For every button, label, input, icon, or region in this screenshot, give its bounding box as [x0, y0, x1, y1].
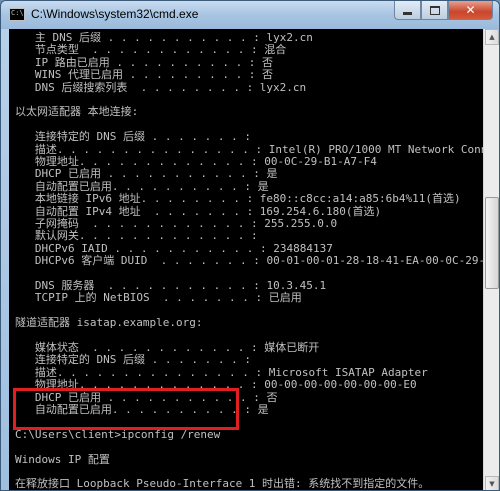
console-line: 物理地址. . . . . . . . . . . . . : 00-0C-29…	[15, 155, 377, 168]
console-line: TCPIP 上的 NetBIOS . . . . . . . : 已启用	[15, 291, 302, 305]
minimize-button[interactable]	[394, 1, 421, 20]
console-line: 连接特定的 DNS 后缀 . . . . . . . :	[15, 353, 251, 367]
console-line: 以太网适配器 本地连接:	[15, 105, 139, 119]
cmd-window: C:\Windows\system32\cmd.exe ✕ 主 DNS 后缀 .…	[0, 0, 500, 491]
scrollbar-thumb[interactable]	[485, 197, 499, 289]
console-line: WINS 代理已启用 . . . . . . . . . : 否	[15, 68, 274, 82]
maximize-button[interactable]	[421, 1, 448, 20]
close-button[interactable]: ✕	[448, 1, 493, 20]
minimize-icon	[403, 11, 412, 15]
console-line: 描述. . . . . . . . . . . . . . . : Micros…	[15, 365, 428, 379]
window-controls: ✕	[394, 1, 493, 21]
cmd-app-icon	[9, 8, 25, 21]
scroll-down-arrow-icon[interactable]: ▼	[485, 476, 499, 490]
console-line: 默认网关. . . . . . . . . . . . . :	[15, 229, 258, 243]
console-output[interactable]: 主 DNS 后缀 . . . . . . . . . . . : lyx2.cn…	[9, 29, 483, 491]
console-line: 自动配置 IPv4 地址 . . . . . . . : 169.254.6.1…	[15, 204, 382, 218]
title-bar[interactable]: C:\Windows\system32\cmd.exe ✕	[1, 1, 499, 29]
console-line: 本地链接 IPv6 地址. . . . . . . . : fe80::c8cc…	[15, 192, 461, 206]
console-line: DHCPv6 IAID . . . . . . . . . . . : 2348…	[15, 241, 333, 255]
console-line: 在释放接口 Loopback Pseudo-Interface 1 时出错: 系…	[15, 477, 430, 491]
console-line: DNS 后缀搜索列表 . . . . . . . . : lyx2.cn	[15, 80, 307, 94]
maximize-icon	[429, 5, 440, 15]
console-line: 隧道适配器 isatap.example.org:	[15, 316, 203, 330]
console-line: IP 路由已启用 . . . . . . . . . . : 否	[15, 55, 274, 69]
scroll-up-arrow-icon[interactable]: ▲	[485, 29, 499, 45]
window-title: C:\Windows\system32\cmd.exe	[31, 7, 199, 21]
console-line: Windows IP 配置	[15, 452, 110, 466]
console-line: DHCPv6 客户端 DUID . . . . . . . : 00-01-00…	[34, 254, 483, 268]
console-line: 连接特定的 DNS 后缀 . . . . . . . :	[15, 130, 251, 144]
console-line: DHCP 已启用 . . . . . . . . . . . : 是	[15, 167, 278, 181]
renew-command-highlight	[13, 388, 239, 430]
close-icon: ✕	[465, 3, 476, 17]
console-line: 自动配置已启用. . . . . . . . . . : 是	[15, 179, 269, 193]
vertical-scrollbar[interactable]: ▲ ▼	[483, 29, 499, 490]
console-line: 描述. . . . . . . . . . . . . . . : Intel(…	[15, 142, 483, 156]
console-line: 节点类型 . . . . . . . . . . . . : 混合	[15, 43, 287, 57]
